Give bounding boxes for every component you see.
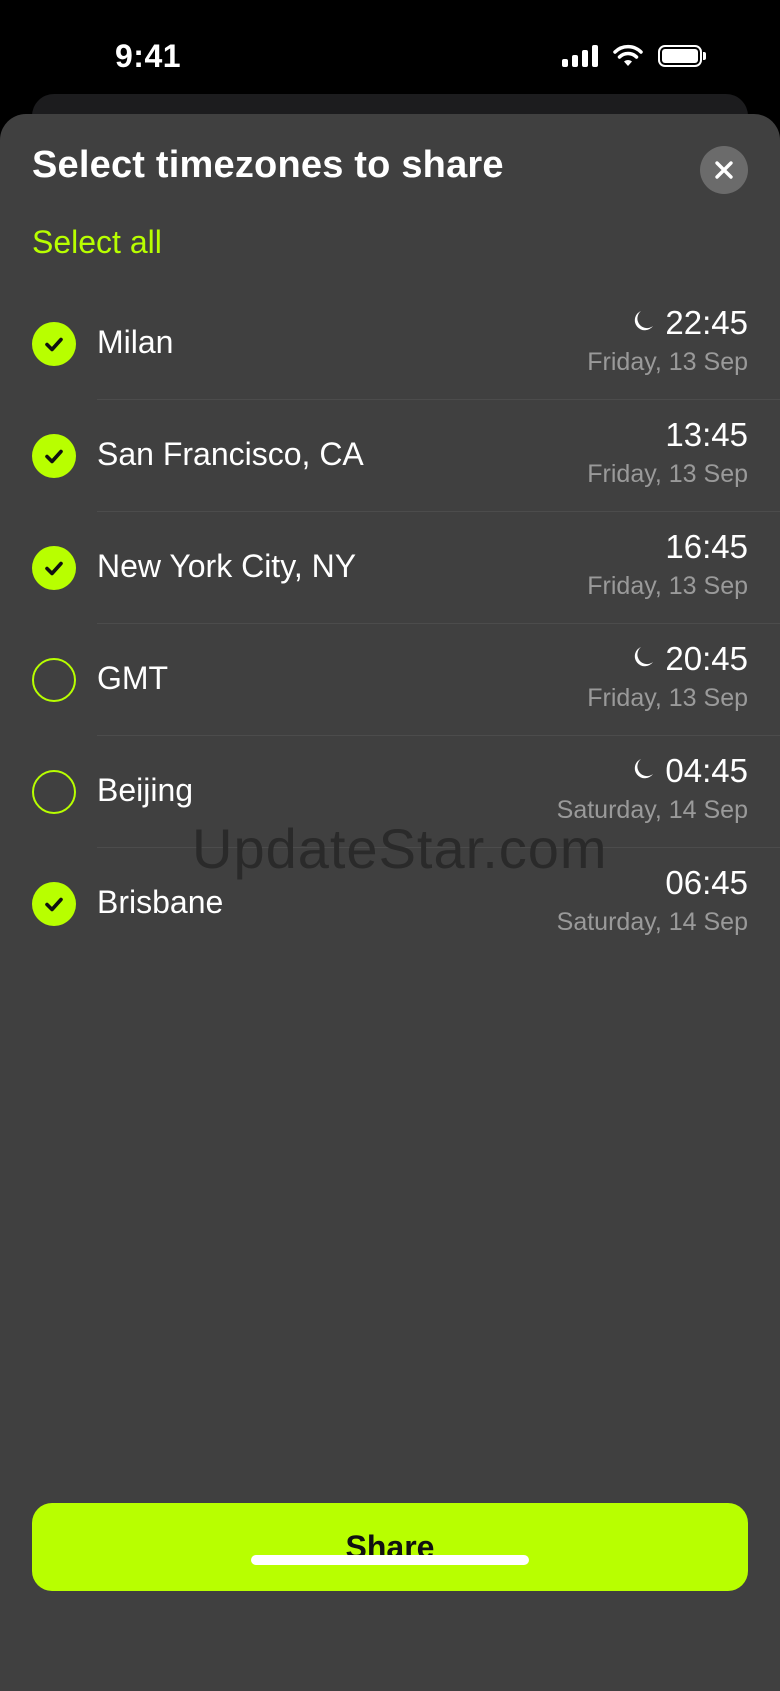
timezone-row[interactable]: GMT 20:45 Friday, 13 Sep	[0, 624, 780, 736]
status-icons	[562, 44, 706, 68]
moon-icon	[633, 645, 655, 674]
timezone-time: 22:45	[665, 304, 748, 341]
timezone-date: Friday, 13 Sep	[587, 348, 748, 376]
timezone-time: 06:45	[665, 864, 748, 901]
battery-icon	[658, 45, 706, 67]
timezone-date: Friday, 13 Sep	[587, 460, 748, 488]
timezone-time: 16:45	[665, 528, 748, 565]
close-icon	[715, 161, 733, 179]
timezone-name: GMT	[97, 660, 169, 696]
share-button[interactable]: Share	[32, 1503, 748, 1591]
timezone-row[interactable]: New York City, NY 16:45 Friday, 13 Sep	[0, 512, 780, 624]
timezone-name: San Francisco, CA	[97, 436, 364, 472]
timezone-row[interactable]: Milan 22:45 Friday, 13 Sep	[0, 288, 780, 400]
sheet-title: Select timezones to share	[32, 144, 504, 186]
timezone-name: Beijing	[97, 772, 194, 808]
status-time: 9:41	[115, 38, 182, 74]
timezone-name: New York City, NY	[97, 548, 357, 584]
checked-circle-icon[interactable]	[32, 546, 76, 590]
close-button[interactable]	[700, 146, 748, 194]
unchecked-circle-icon[interactable]	[32, 770, 76, 814]
signal-icon	[562, 45, 598, 67]
checked-circle-icon[interactable]	[32, 322, 76, 366]
timezone-time-info: 13:45 Friday, 13 Sep	[587, 416, 748, 489]
timezone-name: Brisbane	[97, 884, 224, 920]
home-indicator	[251, 1555, 529, 1565]
moon-icon	[633, 309, 655, 338]
moon-icon	[633, 757, 655, 786]
timezone-time-info: 22:45 Friday, 13 Sep	[587, 304, 748, 377]
watermark: UpdateStar.com	[192, 817, 608, 880]
timezone-date: Saturday, 14 Sep	[556, 908, 748, 936]
checked-circle-icon[interactable]	[32, 882, 76, 926]
timezone-time-info: 16:45 Friday, 13 Sep	[587, 528, 748, 601]
select-all-button[interactable]: Select all	[32, 224, 162, 261]
unchecked-circle-icon[interactable]	[32, 658, 76, 702]
timezone-time-info: 20:45 Friday, 13 Sep	[587, 640, 748, 713]
timezone-time: 13:45	[665, 416, 748, 453]
timezone-time-info: 04:45 Saturday, 14 Sep	[557, 752, 748, 825]
timezone-date: Friday, 13 Sep	[587, 684, 748, 712]
timezone-time: 04:45	[665, 752, 748, 789]
timezone-row[interactable]: San Francisco, CA 13:45 Friday, 13 Sep	[0, 400, 780, 512]
wifi-icon	[613, 44, 643, 66]
share-timezones-sheet: Select timezones to share Select all Mil…	[0, 114, 780, 1691]
timezone-time: 20:45	[665, 640, 748, 677]
timezone-date: Friday, 13 Sep	[587, 572, 748, 600]
timezone-name: Milan	[97, 324, 174, 360]
checked-circle-icon[interactable]	[32, 434, 76, 478]
